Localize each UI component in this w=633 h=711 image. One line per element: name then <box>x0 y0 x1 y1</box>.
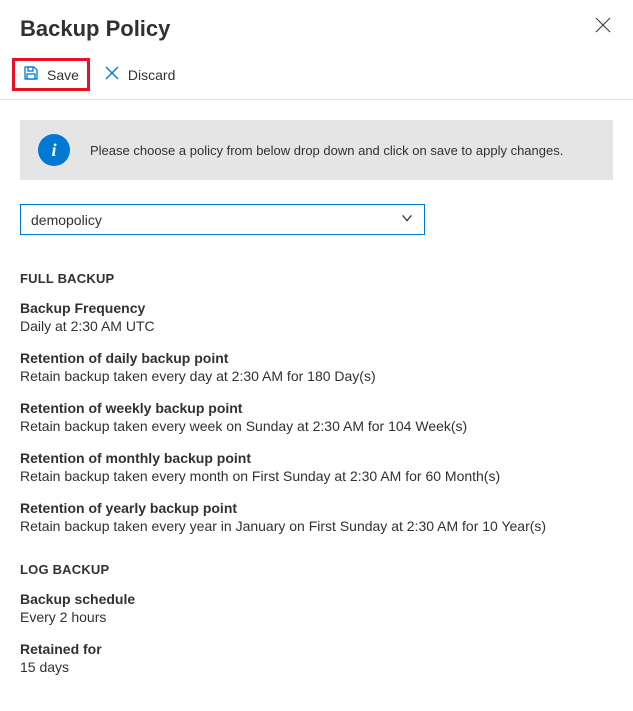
save-icon <box>23 65 39 84</box>
panel-header: Backup Policy <box>0 0 633 50</box>
discard-button-label: Discard <box>128 67 175 83</box>
retained-for-value: 15 days <box>20 659 613 675</box>
chevron-down-icon <box>400 211 414 228</box>
policy-dropdown[interactable]: demopolicy <box>20 204 425 235</box>
backup-policy-panel: Backup Policy Save <box>0 0 633 674</box>
backup-schedule-label: Backup schedule <box>20 591 613 607</box>
retention-yearly-label: Retention of yearly backup point <box>20 500 613 516</box>
retention-monthly-label: Retention of monthly backup point <box>20 450 613 466</box>
backup-schedule-value: Every 2 hours <box>20 609 613 625</box>
full-backup-title: FULL BACKUP <box>20 271 613 286</box>
discard-icon <box>104 65 120 84</box>
retention-yearly-value: Retain backup taken every year in Januar… <box>20 518 613 534</box>
panel-content: i Please choose a policy from below drop… <box>0 100 633 711</box>
log-backup-title: LOG BACKUP <box>20 562 613 577</box>
close-icon <box>595 17 611 36</box>
close-button[interactable] <box>593 16 613 36</box>
retention-daily-value: Retain backup taken every day at 2:30 AM… <box>20 368 613 384</box>
toolbar: Save Discard <box>0 50 633 100</box>
retention-daily-group: Retention of daily backup point Retain b… <box>20 350 613 384</box>
retention-weekly-group: Retention of weekly backup point Retain … <box>20 400 613 434</box>
backup-frequency-group: Backup Frequency Daily at 2:30 AM UTC <box>20 300 613 334</box>
backup-frequency-label: Backup Frequency <box>20 300 613 316</box>
discard-button[interactable]: Discard <box>94 59 185 90</box>
save-button-label: Save <box>47 67 79 83</box>
backup-frequency-value: Daily at 2:30 AM UTC <box>20 318 613 334</box>
backup-schedule-group: Backup schedule Every 2 hours <box>20 591 613 625</box>
retained-for-group: Retained for 15 days <box>20 641 613 675</box>
panel-title: Backup Policy <box>20 16 170 42</box>
info-icon: i <box>34 130 74 170</box>
info-banner: i Please choose a policy from below drop… <box>20 120 613 180</box>
policy-dropdown-value: demopolicy <box>31 212 102 228</box>
retention-yearly-group: Retention of yearly backup point Retain … <box>20 500 613 534</box>
retention-daily-label: Retention of daily backup point <box>20 350 613 366</box>
retention-weekly-label: Retention of weekly backup point <box>20 400 613 416</box>
retained-for-label: Retained for <box>20 641 613 657</box>
info-message: Please choose a policy from below drop d… <box>90 143 563 158</box>
save-button[interactable]: Save <box>12 58 90 91</box>
retention-monthly-group: Retention of monthly backup point Retain… <box>20 450 613 484</box>
retention-monthly-value: Retain backup taken every month on First… <box>20 468 613 484</box>
log-backup-section: LOG BACKUP Backup schedule Every 2 hours… <box>20 562 613 675</box>
full-backup-section: FULL BACKUP Backup Frequency Daily at 2:… <box>20 271 613 534</box>
retention-weekly-value: Retain backup taken every week on Sunday… <box>20 418 613 434</box>
